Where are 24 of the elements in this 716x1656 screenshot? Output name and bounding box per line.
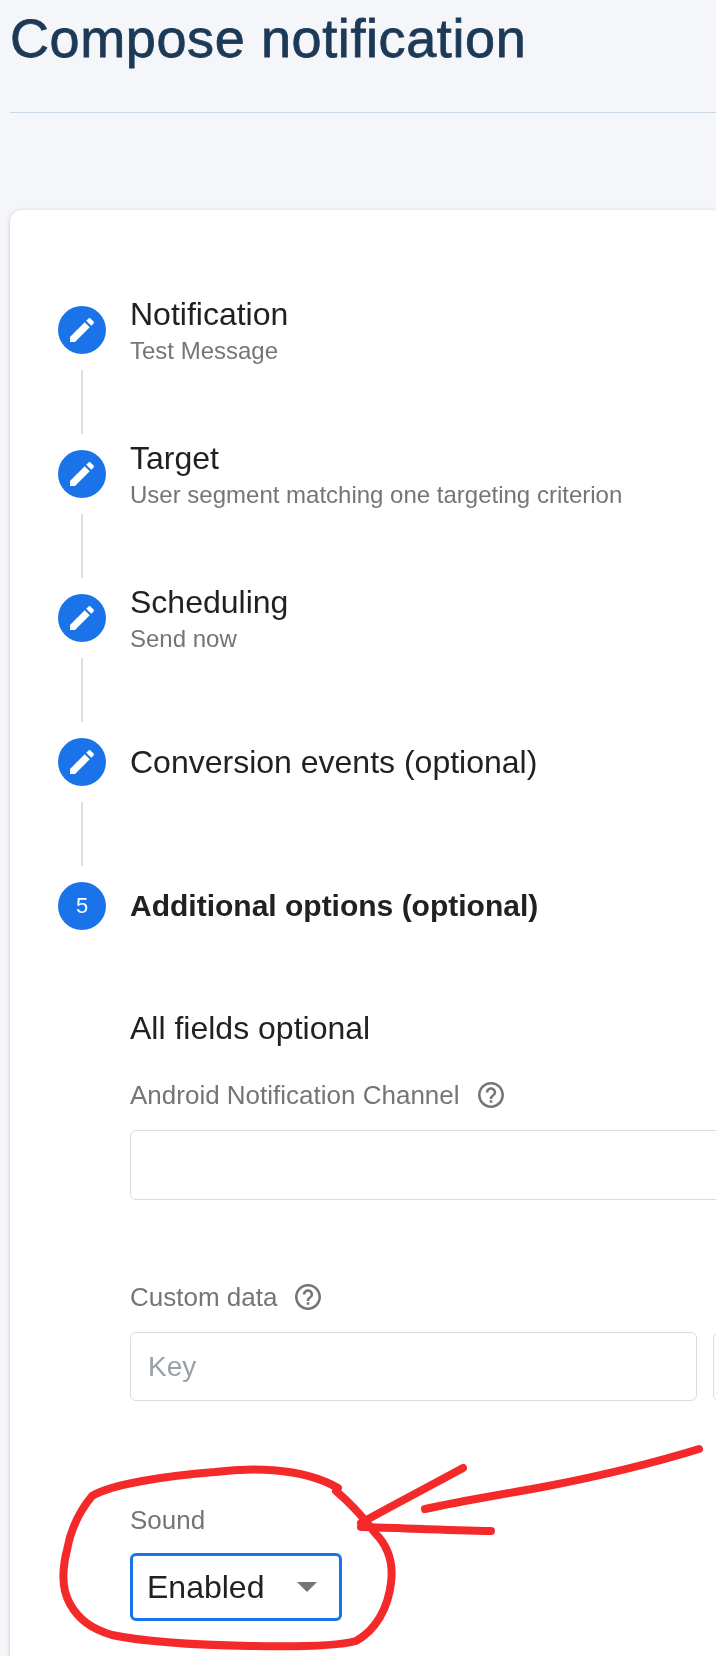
dropdown-select[interactable]: Enabled xyxy=(130,1553,342,1621)
help-icon[interactable] xyxy=(477,1082,504,1108)
input-field[interactable] xyxy=(130,1130,716,1200)
step-title[interactable]: Notification xyxy=(130,295,289,333)
field-label: Custom data xyxy=(130,1282,278,1312)
pencil-icon xyxy=(58,306,106,354)
step-title[interactable]: Target xyxy=(130,439,219,477)
step-subtitle: Test Message xyxy=(130,337,279,365)
pencil-icon xyxy=(58,450,106,498)
help-icon[interactable] xyxy=(295,1284,322,1310)
step-subtitle: Send now xyxy=(130,625,237,653)
field-label: Android Notification Channel xyxy=(130,1080,460,1110)
section-heading: All fields optional xyxy=(130,1009,372,1047)
caret-icon xyxy=(297,1582,317,1592)
step-subtitle: User segment matching one targeting criterion xyxy=(130,481,623,509)
step-title[interactable]: Additional options (optional) xyxy=(130,887,539,925)
pencil-icon xyxy=(58,594,106,642)
page-title: Compose notification xyxy=(10,7,528,70)
key-field[interactable]: Key xyxy=(130,1332,697,1401)
step-title[interactable]: Conversion events (optional) xyxy=(130,743,538,781)
step-title[interactable]: Scheduling xyxy=(130,583,289,621)
pencil-icon xyxy=(58,738,106,786)
step-number: 5 xyxy=(58,882,106,930)
field-label: Sound xyxy=(130,1505,206,1535)
